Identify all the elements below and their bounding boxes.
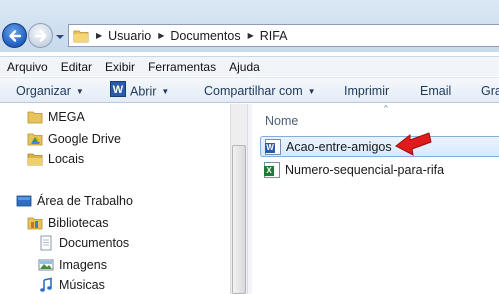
menu-exibir[interactable]: Exibir [105, 60, 135, 74]
nav-label: Área de Trabalho [37, 194, 133, 208]
word-icon: W [110, 81, 126, 97]
file-row-acao-entre-amigos[interactable]: W Acao-entre-amigos [260, 136, 499, 157]
print-button[interactable]: Imprimir [344, 84, 389, 98]
sort-ascending-icon: ^ [384, 104, 388, 113]
breadcrumb-item-documentos[interactable]: Documentos [170, 29, 240, 43]
file-name: Numero-sequencial-para-rifa [285, 162, 445, 177]
folder-icon [73, 30, 89, 42]
breadcrumb-separator-icon[interactable]: ▶ [158, 31, 164, 40]
column-header-label: Nome [265, 114, 299, 128]
column-header-name[interactable]: ^ Nome [252, 104, 499, 132]
excel-document-icon: X [264, 161, 280, 178]
nav-label: MEGA [48, 110, 85, 124]
back-arrow-icon [9, 30, 22, 42]
excel-badge: X [264, 165, 274, 176]
menu-bar: Arquivo Editar Exibir Ferramentas Ajuda [0, 56, 499, 76]
chevron-down-icon: ▼ [75, 87, 84, 96]
word-badge: W [265, 142, 275, 153]
menu-ajuda[interactable]: Ajuda [229, 60, 260, 74]
nav-label: Documentos [59, 236, 130, 250]
nav-label: Google Drive [48, 132, 121, 146]
nav-item-google-drive[interactable]: Google Drive [27, 129, 121, 149]
desktop-icon [16, 193, 32, 209]
file-row-numero-sequencial[interactable]: X Numero-sequencial-para-rifa [260, 159, 499, 180]
pictures-icon [38, 257, 54, 273]
word-document-icon: W [265, 138, 281, 155]
address-bar-row: ▶ Usuario ▶ Documentos ▶ RIFA [0, 0, 499, 52]
nav-item-bibliotecas[interactable]: Bibliotecas [27, 213, 108, 233]
menu-editar[interactable]: Editar [61, 60, 92, 74]
address-input[interactable]: ▶ Usuario ▶ Documentos ▶ RIFA [68, 24, 499, 47]
locais-folder-icon [27, 151, 43, 167]
command-toolbar: Organizar ▼ W Abrir ▼ Compartilhar com ▼ Imp… [0, 77, 499, 103]
nav-label: Bibliotecas [48, 216, 109, 230]
share-label: Compartilhar com [204, 84, 303, 98]
breadcrumb-item-usuario[interactable]: Usuario [108, 29, 151, 43]
forward-arrow-icon [34, 30, 47, 42]
scroll-thumb[interactable] [232, 145, 246, 294]
breadcrumb-separator-icon[interactable]: ▶ [96, 31, 102, 40]
nav-item-documentos[interactable]: Documentos [38, 233, 129, 253]
forward-button[interactable] [28, 23, 53, 48]
chevron-down-icon: ▼ [161, 87, 170, 97]
file-name: Acao-entre-amigos [286, 139, 392, 154]
open-button[interactable]: W Abrir ▼ [110, 81, 170, 100]
navigation-pane: MEGA Google Drive Locais Área de Trabalh… [0, 104, 247, 294]
breadcrumb-item-rifa[interactable]: RIFA [260, 29, 288, 43]
nav-label: Músicas [59, 278, 105, 292]
share-button[interactable]: Compartilhar com ▼ [204, 84, 316, 98]
nav-item-locais[interactable]: Locais [27, 149, 84, 169]
burn-button[interactable]: Gra [481, 84, 499, 98]
red-pointer-arrow-icon [395, 132, 432, 156]
nav-item-imagens[interactable]: Imagens [38, 255, 107, 275]
nav-label: Locais [48, 152, 85, 166]
menu-arquivo[interactable]: Arquivo [7, 60, 48, 74]
organize-button[interactable]: Organizar ▼ [16, 84, 84, 98]
chevron-down-icon: ▼ [307, 87, 316, 96]
file-list: ^ Nome W Acao-entre-amigos X Numero-sequ… [252, 104, 499, 294]
documents-icon [38, 235, 54, 251]
menu-ferramentas[interactable]: Ferramentas [148, 60, 216, 74]
nav-item-desktop[interactable]: Área de Trabalho [16, 191, 133, 211]
music-icon [38, 277, 54, 293]
organize-label: Organizar [16, 84, 71, 98]
recent-pages-dropdown-icon[interactable] [55, 33, 65, 41]
nav-item-mega[interactable]: MEGA [27, 107, 85, 127]
open-label: Abrir [130, 84, 157, 99]
mega-folder-icon [27, 109, 43, 125]
google-drive-icon [27, 131, 43, 147]
nav-label: Imagens [59, 258, 107, 272]
libraries-icon [27, 215, 43, 231]
nav-item-musicas[interactable]: Músicas [38, 275, 105, 294]
breadcrumb-separator-icon[interactable]: ▶ [248, 31, 254, 40]
back-button[interactable] [2, 23, 27, 48]
email-button[interactable]: Email [420, 84, 451, 98]
nav-scrollbar[interactable] [230, 104, 247, 294]
